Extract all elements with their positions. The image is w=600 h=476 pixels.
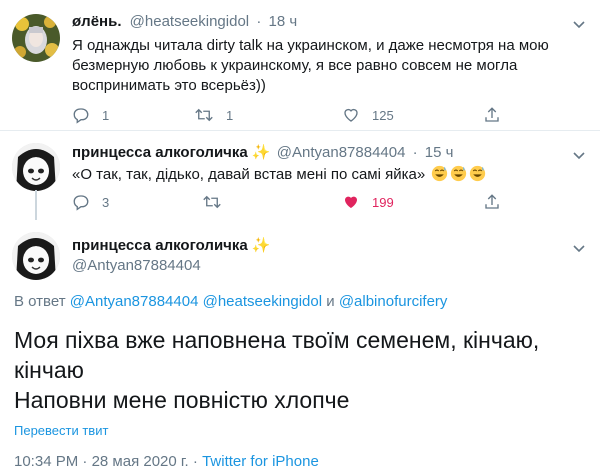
reply-icon (73, 195, 89, 211)
tweet-text: Моя піхва вже наповнена твоїм семенем, к… (14, 325, 594, 415)
share-button[interactable] (483, 190, 501, 214)
retweet-button[interactable]: 1 (194, 103, 233, 127)
reply-and: и (326, 293, 335, 310)
reply-icon (73, 108, 89, 124)
like-button[interactable]: 125 (342, 103, 394, 127)
separator: · (256, 13, 262, 30)
tweet-text-line: кінчаю (14, 357, 84, 383)
retweet-icon (195, 108, 213, 122)
tweet-actions: 3 199 (72, 190, 572, 214)
reply-count: 3 (102, 194, 110, 210)
sparkles-icon: ✨ (251, 144, 271, 161)
tweet-heatseekingidol[interactable]: øлёнь. @heatseekingidol · 18 ч Я однажды… (0, 0, 600, 130)
tweet-main: принцесса алкоголичка ✨ @Antyan87884404 … (0, 228, 600, 476)
tweet-quote-text: «О так, так, дідько, давай встав мені по… (72, 166, 426, 183)
display-name-text: принцесса алкоголичка (72, 237, 248, 254)
tweet-meta: 10:34 PM · 28 мая 2020 г. · Twitter for … (14, 453, 319, 470)
like-count: 199 (372, 194, 394, 210)
tweet-text: «О так, так, дідько, давай встав мені по… (72, 165, 582, 185)
tweet-time[interactable]: 15 ч (425, 144, 454, 161)
reply-to-line: В ответ @Antyan87884404 @heatseekingidol… (14, 292, 447, 312)
reply-button[interactable]: 3 (72, 190, 109, 214)
avatar[interactable] (12, 14, 60, 62)
tweet-time[interactable]: 10:34 PM (14, 453, 78, 470)
tweet-header: принцесса алкоголичка ✨ @Antyan87884404 … (72, 143, 453, 163)
share-icon (485, 107, 499, 122)
retweet-icon (203, 195, 221, 209)
reply-count: 1 (102, 107, 110, 123)
heart-filled-icon (345, 196, 357, 208)
separator: · (412, 144, 418, 161)
reply-mention-antyan[interactable]: @Antyan87884404 (70, 293, 199, 310)
chevron-down-icon[interactable] (571, 147, 587, 163)
like-button[interactable]: 199 (342, 190, 394, 214)
display-name[interactable]: принцесса алкоголичка (72, 144, 248, 161)
tweet-text-line: Наповни мене повністю хлопче (14, 387, 350, 413)
reply-prefix: В ответ (14, 293, 66, 310)
separator: · (192, 453, 198, 470)
avatar[interactable] (12, 143, 60, 191)
sweat-smile-emoji (429, 165, 486, 183)
sparkles-icon: ✨ (251, 237, 271, 254)
translate-tweet-link[interactable]: Перевести твит (14, 423, 108, 438)
tweet-antyan-reply[interactable]: принцесса алкоголичка ✨ @Antyan87884404 … (0, 131, 600, 228)
retweet-count: 1 (226, 107, 234, 123)
reply-mention-albinofurcifery[interactable]: @albinofurcifery (339, 293, 448, 310)
like-count: 125 (372, 107, 394, 123)
separator: · (82, 453, 88, 470)
thread-line (35, 190, 37, 220)
user-handle[interactable]: @heatseekingidol (130, 13, 249, 30)
tweet-actions: 1 1 125 (72, 103, 572, 127)
reply-mention-heatseekingidol[interactable]: @heatseekingidol (203, 293, 322, 310)
tweet-source[interactable]: Twitter for iPhone (202, 453, 319, 470)
user-handle[interactable]: @Antyan87884404 (277, 144, 406, 161)
tweet-text-line: Моя піхва вже наповнена твоїм семенем, к… (14, 327, 540, 353)
reply-button[interactable]: 1 (72, 103, 109, 127)
retweet-button[interactable] (202, 190, 222, 214)
user-handle[interactable]: @Antyan87884404 (72, 256, 201, 276)
heart-icon (344, 108, 358, 122)
display-name[interactable]: øлёнь. (72, 13, 121, 30)
chevron-down-icon[interactable] (571, 16, 587, 32)
tweet-text: Я однажды читала dirty talk на украинско… (72, 37, 549, 94)
share-icon (485, 194, 499, 209)
tweet-time[interactable]: 18 ч (268, 13, 297, 30)
tweet-header: øлёнь. @heatseekingidol · 18 ч (72, 12, 297, 32)
chevron-down-icon[interactable] (571, 240, 587, 256)
share-button[interactable] (483, 103, 501, 127)
avatar[interactable] (12, 232, 60, 280)
tweet-date[interactable]: 28 мая 2020 г. (92, 453, 189, 470)
display-name[interactable]: принцесса алкоголичка ✨ (72, 236, 271, 256)
